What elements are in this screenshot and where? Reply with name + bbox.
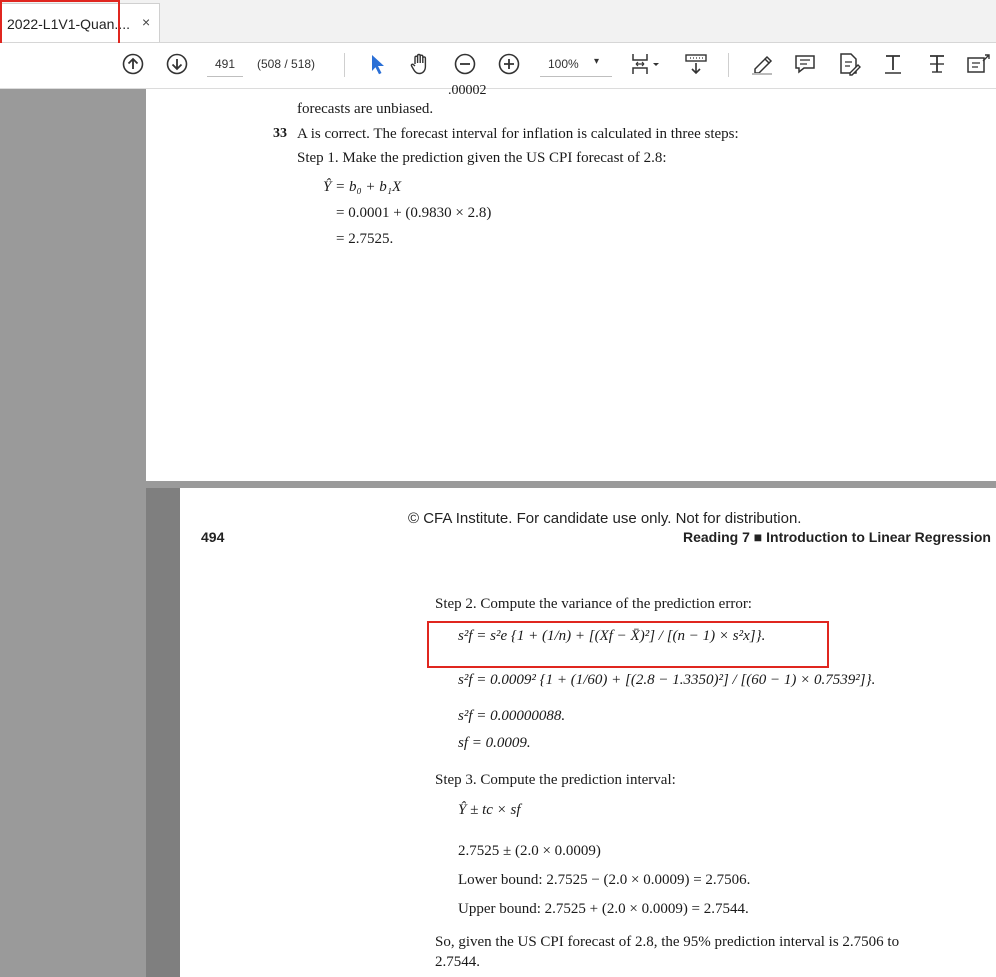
zoom-out-icon[interactable] [452, 51, 478, 77]
page-number-value: 491 [214, 57, 236, 71]
document-viewport[interactable]: .00002 forecasts are unbiased. 33 A is c… [0, 83, 996, 977]
toolbar-separator [728, 53, 729, 77]
page-margin-strip [146, 488, 180, 977]
page-fit-icon[interactable] [628, 51, 664, 77]
step3-text: Step 3. Compute the prediction interval: [435, 772, 676, 788]
prediction-variance-result: s²f = 0.00000088. [458, 708, 566, 724]
zoom-value: 100% [548, 57, 579, 71]
zoom-select[interactable]: 100% ▾ [540, 52, 612, 77]
text-icon[interactable] [880, 51, 906, 77]
toolbar-separator [344, 53, 345, 77]
running-head: Reading 7 ■ Introduction to Linear Regre… [683, 529, 991, 545]
toolbar: 491 (508 / 518) 100% ▾ [0, 43, 996, 89]
strikethrough-icon[interactable] [924, 51, 950, 77]
conclusion-line: 2.7544. [435, 954, 480, 970]
regression-equation: Ŷ = b₀ + b₁X [323, 179, 402, 195]
upper-bound: Upper bound: 2.7525 + (2.0 × 0.0009) = 2… [458, 901, 749, 917]
zoom-in-icon[interactable] [496, 51, 522, 77]
pdf-page-494: © CFA Institute. For candidate use only.… [146, 488, 996, 977]
interval-calculation: 2.7525 ± (2.0 × 0.0009) [458, 843, 601, 859]
chevron-down-icon: ▾ [594, 56, 600, 67]
prediction-variance-numeric: s²f = 0.0009² {1 + (1/60) + [(2.8 − 1.33… [458, 672, 876, 688]
conclusion-line: So, given the US CPI forecast of 2.8, th… [435, 934, 900, 950]
interval-formula: Ŷ ± tc × sf [458, 802, 521, 818]
body-line: forecasts are unbiased. [297, 101, 434, 117]
formula-highlight-box [427, 621, 829, 668]
pdf-page-493: .00002 forecasts are unbiased. 33 A is c… [146, 83, 996, 481]
arrow-down-circle-icon[interactable] [164, 51, 190, 77]
regression-calc: = 0.0001 + (0.9830 × 2.8) [336, 205, 492, 221]
question-answer-text: A is correct. The forecast interval for … [297, 126, 739, 142]
step2-text: Step 2. Compute the variance of the pred… [435, 596, 752, 612]
select-cursor-icon[interactable] [365, 51, 391, 77]
edit-text-icon[interactable] [966, 51, 992, 77]
copyright-notice: © CFA Institute. For candidate use only.… [408, 510, 802, 527]
cut-off-text: .00002 [448, 83, 487, 98]
standard-error-forecast: sf = 0.0009. [458, 735, 531, 751]
page-number: 494 [201, 529, 225, 545]
question-number: 33 [273, 126, 287, 141]
download-icon[interactable] [683, 51, 709, 77]
hand-tool-icon[interactable] [407, 51, 433, 77]
regression-result: = 2.7525. [336, 231, 394, 247]
page-count-label: (508 / 518) [257, 57, 316, 71]
close-icon[interactable]: × [142, 14, 150, 30]
arrow-up-circle-icon[interactable] [120, 51, 146, 77]
page-number-input[interactable]: 491 [207, 52, 243, 77]
sign-icon[interactable] [836, 51, 862, 77]
highlighter-icon[interactable] [749, 51, 775, 77]
comment-icon[interactable] [792, 51, 818, 77]
lower-bound: Lower bound: 2.7525 − (2.0 × 0.0009) = 2… [458, 872, 751, 888]
tab-bar: 2022-L1V1-Quan.... × [0, 0, 996, 43]
step1-text: Step 1. Make the prediction given the US… [297, 150, 667, 166]
